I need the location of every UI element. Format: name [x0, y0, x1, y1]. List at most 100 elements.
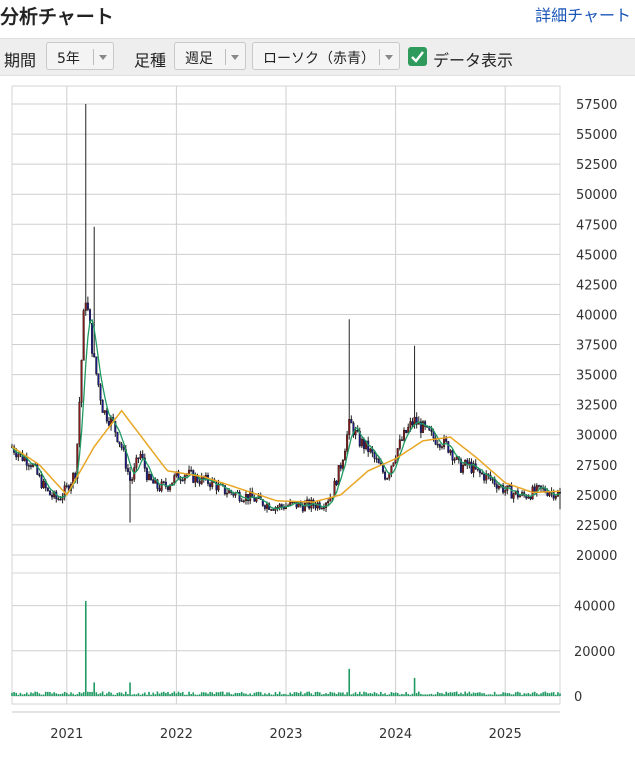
show-data-label[interactable]: データ表示: [433, 47, 513, 71]
candle-body: [375, 458, 378, 460]
volume-bar: [396, 692, 399, 696]
volume-bar: [209, 691, 211, 696]
show-data-checkbox[interactable]: [408, 47, 427, 66]
candle-body: [533, 486, 536, 493]
volume-bar: [25, 692, 28, 696]
volume-bar: [112, 694, 114, 696]
volume-bar: [251, 694, 254, 696]
period-select[interactable]: 5年: [46, 42, 114, 70]
candle-body: [388, 473, 391, 479]
candle-body: [82, 310, 85, 361]
volume-bar: [93, 682, 95, 696]
candle-body: [152, 479, 155, 484]
volume-bar: [314, 691, 317, 696]
candle-body: [278, 504, 281, 508]
volume-bar: [529, 694, 532, 696]
candle-body: [118, 441, 121, 445]
check-icon: [411, 51, 424, 63]
candle-body: [504, 490, 507, 493]
volume-bar: [304, 693, 306, 696]
volume-bar: [150, 694, 152, 696]
volume-bar: [354, 692, 357, 696]
candle-body: [495, 484, 498, 489]
candle-body: [194, 475, 197, 483]
candle-body: [367, 440, 370, 452]
volume-bar: [179, 692, 182, 696]
candle-body: [430, 430, 433, 432]
volume-bar: [542, 692, 544, 696]
candle-body: [470, 461, 473, 473]
volume-bar: [70, 692, 72, 696]
candle-body: [29, 465, 32, 467]
volume-bar: [527, 692, 530, 696]
candle-body: [181, 479, 184, 482]
candle-body: [209, 483, 212, 487]
volume-bar: [97, 694, 100, 696]
volume-bar: [293, 692, 296, 696]
volume-bar: [76, 693, 79, 696]
select-divider: [225, 49, 226, 65]
volume-bar: [504, 692, 506, 696]
volume-bar: [399, 694, 401, 696]
volume-bar: [122, 694, 125, 696]
volume-bar: [352, 693, 355, 696]
volume-bar: [143, 692, 146, 696]
volume-bar: [302, 694, 304, 696]
volume-bar: [57, 694, 60, 696]
volume-bar: [329, 691, 332, 696]
volume-bar: [167, 692, 169, 696]
candle-body: [80, 360, 83, 403]
volume-bar: [439, 693, 441, 696]
volume-bar: [458, 694, 460, 696]
volume-bar: [103, 694, 106, 696]
volume-bar: [409, 694, 412, 696]
candle-body: [91, 322, 94, 354]
candle-body: [105, 410, 108, 422]
chevron-down-icon: [231, 55, 239, 60]
volume-bar: [485, 694, 488, 696]
volume-bar: [346, 692, 348, 696]
price-tick-label: 55000: [576, 128, 617, 143]
volume-bar: [13, 692, 15, 696]
volume-bar: [453, 692, 456, 696]
volume-bar: [388, 694, 391, 696]
chart-toolbar: 期間 5年 足種 週足 ローソク（赤青） データ表示: [0, 38, 635, 76]
price-tick-label: 20000: [576, 549, 617, 564]
volume-bar: [156, 691, 159, 696]
volume-bar: [82, 692, 85, 696]
candle-body: [17, 454, 20, 458]
volume-bar: [531, 692, 534, 696]
interval-select[interactable]: 週足: [174, 42, 246, 70]
volume-bar: [321, 694, 323, 696]
volume-bar: [415, 693, 418, 696]
volume-bar: [224, 694, 226, 696]
volume-bar: [342, 692, 344, 696]
candle-body: [400, 439, 403, 441]
candle-body: [280, 504, 283, 507]
volume-bar: [34, 691, 36, 696]
price-tick-label: 42500: [576, 278, 617, 293]
candle-body: [263, 505, 266, 509]
chart-style-select[interactable]: ローソク（赤青）: [252, 42, 400, 70]
volume-bar: [228, 692, 230, 696]
volume-bar: [66, 692, 68, 696]
candle-body: [476, 468, 479, 471]
volume-bar: [371, 693, 374, 696]
volume-bar: [148, 691, 150, 696]
volume-bar: [335, 694, 338, 696]
candle-body: [335, 480, 338, 485]
volume-bar: [289, 692, 292, 696]
page-title: 分析チャート: [0, 6, 114, 28]
candle-body: [103, 410, 106, 413]
candle-body: [228, 490, 231, 494]
volume-bar: [207, 693, 209, 696]
detail-chart-link[interactable]: 詳細チャート: [535, 2, 631, 26]
volume-bar: [257, 691, 260, 696]
volume-bar: [521, 694, 523, 696]
volume-bar: [390, 692, 393, 696]
volume-bar: [232, 694, 235, 696]
candle-body: [99, 384, 102, 401]
volume-bar: [21, 694, 24, 696]
candle-body: [403, 430, 406, 441]
volume-bar: [308, 691, 310, 696]
